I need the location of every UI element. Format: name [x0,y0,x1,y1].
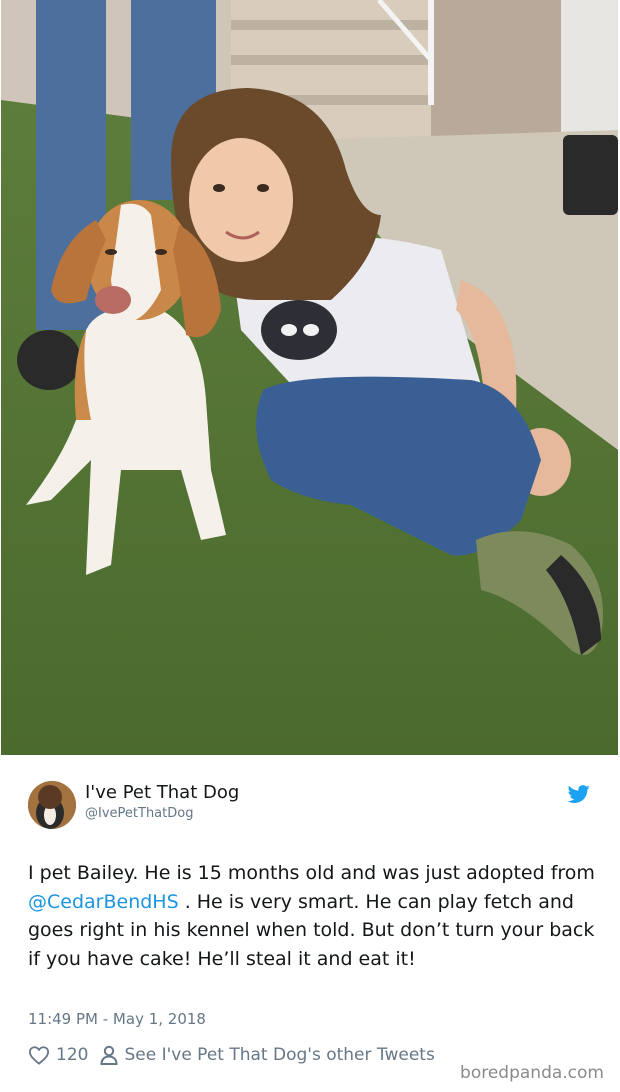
author-handle[interactable]: @IvePetThatDog [85,806,193,821]
boredpanda-watermark: boredpanda.com [460,1063,604,1083]
tweet-photo[interactable] [1,0,618,755]
twitter-bird-icon[interactable] [567,783,590,805]
author-avatar[interactable] [28,781,76,829]
mention-link[interactable]: @CedarBendHS [28,891,179,913]
like-count: 120 [56,1045,89,1065]
photo-illustration [1,0,618,755]
other-tweets-link[interactable]: See I've Pet That Dog's other Tweets [124,1045,434,1065]
author-display-name[interactable]: I've Pet That Dog [85,782,239,803]
person-icon[interactable] [100,1045,118,1065]
tweet-card: I've Pet That Dog @IvePetThatDog I pet B… [1,755,618,1092]
tweet-text-part1: I pet Bailey. He is 15 months old and wa… [28,862,595,884]
heart-icon[interactable] [28,1045,50,1065]
dog-avatar-icon [28,781,76,829]
tweet-actions: 120 See I've Pet That Dog's other Tweets [28,1044,435,1066]
tweet-timestamp[interactable]: 11:49 PM - May 1, 2018 [28,1010,206,1028]
tweet-text: I pet Bailey. He is 15 months old and wa… [28,859,600,973]
